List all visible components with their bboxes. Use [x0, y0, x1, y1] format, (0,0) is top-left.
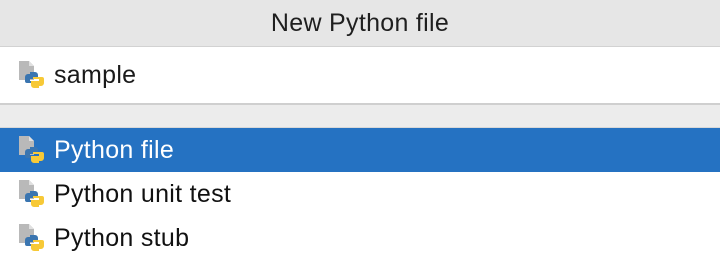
python-file-icon — [17, 60, 45, 90]
new-python-file-dialog: New Python file Python file — [0, 0, 720, 260]
list-item-label: Python file — [54, 135, 175, 164]
template-list[interactable]: Python file Python unit test Python stub — [0, 128, 720, 260]
list-item-label: Python stub — [54, 223, 190, 252]
python-file-icon — [17, 135, 45, 165]
list-item-python-stub[interactable]: Python stub — [0, 216, 720, 260]
dialog-title-bar: New Python file — [0, 0, 720, 47]
list-separator — [0, 105, 720, 128]
dialog-title: New Python file — [270, 8, 450, 37]
list-item-label: Python unit test — [54, 179, 232, 208]
python-file-icon — [17, 223, 45, 253]
list-item-python-file[interactable]: Python file — [0, 128, 720, 172]
file-name-row[interactable] — [0, 47, 720, 105]
list-item-python-unit-test[interactable]: Python unit test — [0, 172, 720, 216]
file-name-input[interactable] — [54, 60, 654, 90]
python-file-icon — [17, 179, 45, 209]
